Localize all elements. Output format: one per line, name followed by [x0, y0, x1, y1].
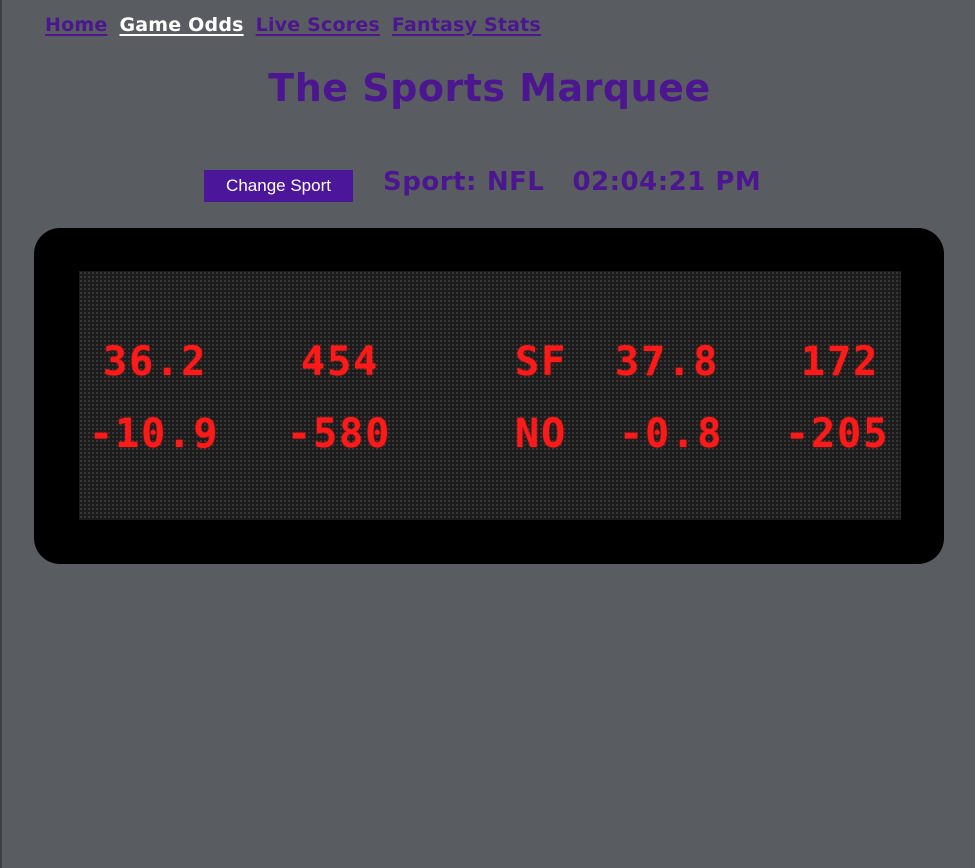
clock-display: 02:04:21 PM [572, 167, 762, 197]
marquee-frame: 36.2 454 SF 37.8 172 -10.9 -580 NO -0.8 … [34, 228, 944, 564]
nav-link-fantasy-stats[interactable]: Fantasy Stats [392, 14, 541, 36]
marquee-cell: -10.9 [89, 411, 220, 457]
sport-label: Sport: [383, 167, 477, 197]
marquee-cell: 37.8 [615, 339, 720, 385]
marquee-cell: -205 [785, 411, 890, 457]
controls-row: Change Sport Sport: NFL 02:04:21 PM [204, 167, 761, 202]
sport-value: NFL [486, 167, 545, 197]
marquee-cell: SF [515, 339, 568, 385]
nav-link-game-odds[interactable]: Game Odds [119, 14, 243, 36]
marquee-screen: 36.2 454 SF 37.8 172 -10.9 -580 NO -0.8 … [79, 271, 901, 520]
marquee-cell: NO [515, 411, 568, 457]
marquee-row: -10.9 -580 NO -0.8 -205 [79, 409, 901, 459]
marquee-cell: 172 [801, 339, 880, 385]
marquee-row: 36.2 454 SF 37.8 172 [79, 337, 901, 387]
marquee-cell: 36.2 [103, 339, 208, 385]
marquee-cell: -0.8 [619, 411, 724, 457]
nav-link-home[interactable]: Home [45, 14, 107, 36]
top-nav: Home Game Odds Live Scores Fantasy Stats [45, 14, 541, 36]
marquee-cell: 454 [301, 339, 380, 385]
status-display: Sport: NFL 02:04:21 PM [383, 167, 761, 197]
page-title: The Sports Marquee [268, 66, 711, 110]
marquee-cell: -580 [287, 411, 392, 457]
change-sport-button[interactable]: Change Sport [204, 170, 353, 202]
nav-link-live-scores[interactable]: Live Scores [256, 14, 380, 36]
